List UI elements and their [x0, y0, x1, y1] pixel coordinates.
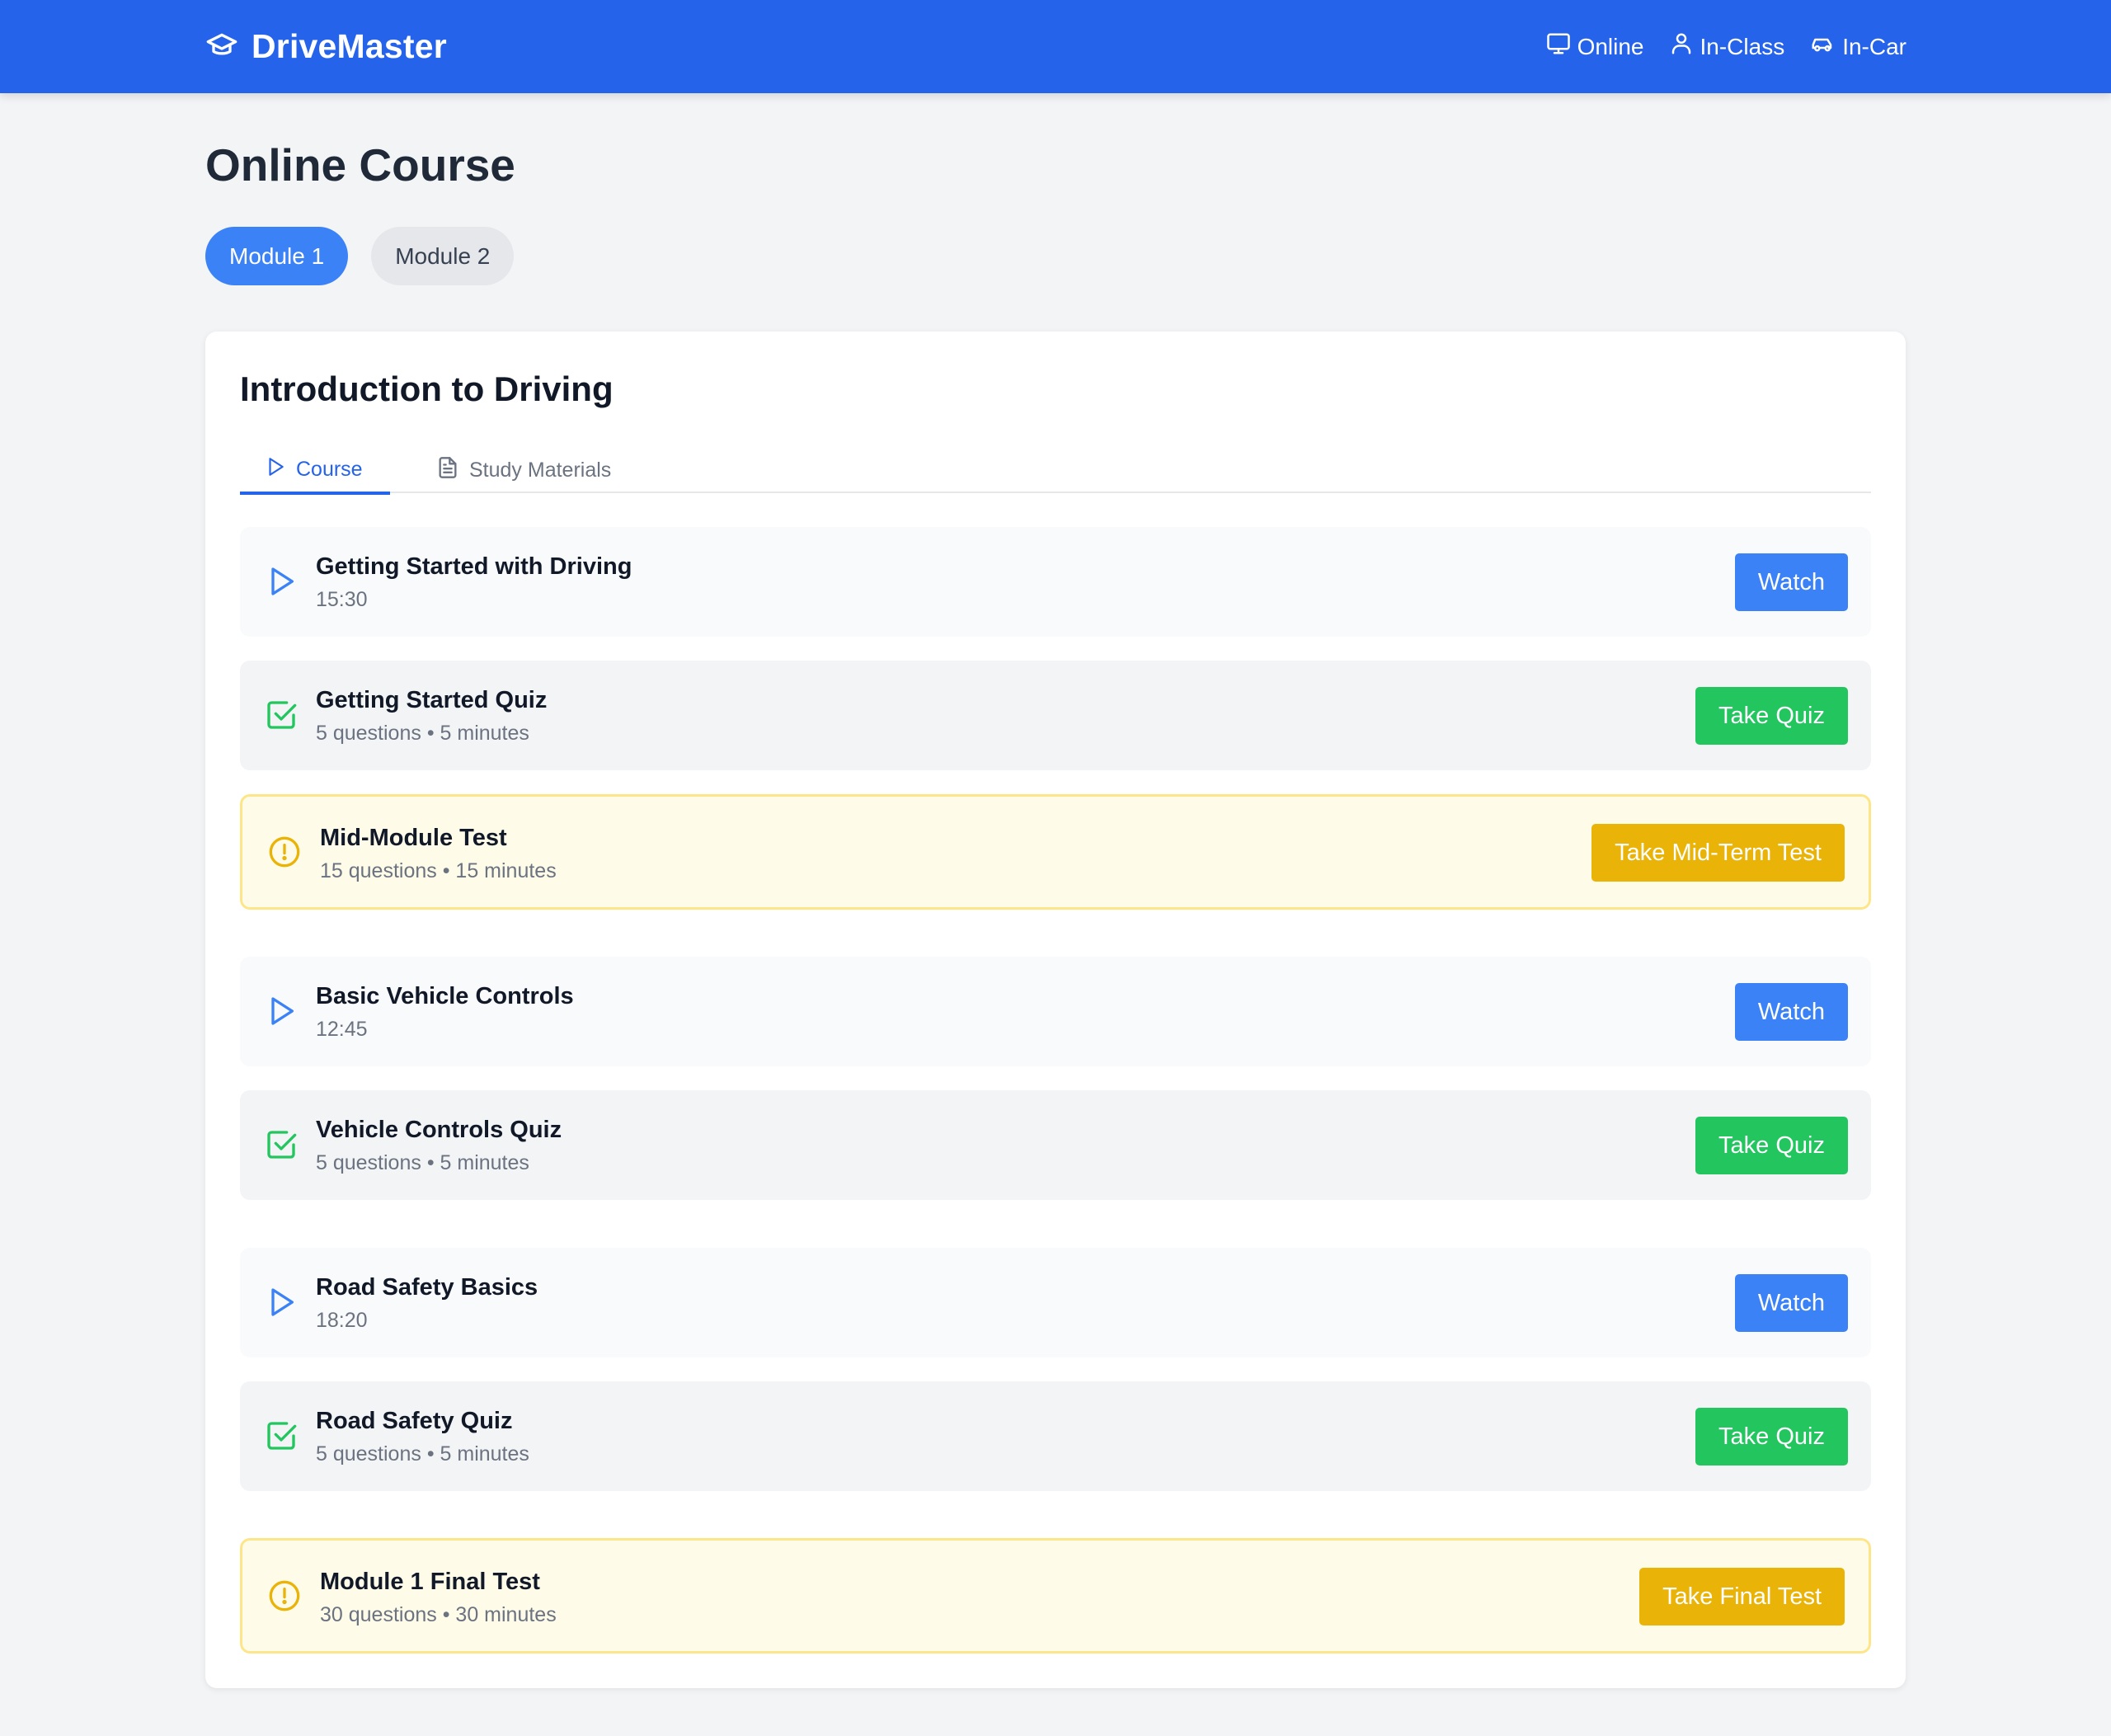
checkbox-icon: [265, 1128, 298, 1161]
take-mid-term-test-button[interactable]: Take Mid-Term Test: [1591, 824, 1845, 882]
quiz-details: 5 questions • 5 minutes: [316, 1442, 529, 1465]
watch-button[interactable]: Watch: [1734, 983, 1848, 1041]
test-title: Mid-Module Test: [320, 825, 507, 851]
nav-in-car[interactable]: In-Car: [1809, 31, 1906, 62]
take-final-test-button[interactable]: Take Final Test: [1639, 1568, 1845, 1625]
quiz-item: Vehicle Controls Quiz 5 questions • 5 mi…: [240, 1090, 1871, 1200]
test-item: Mid-Module Test 15 questions • 15 minute…: [240, 794, 1871, 910]
play-icon: [265, 995, 298, 1028]
lesson-item: Road Safety Basics 18:20 Watch: [240, 1248, 1871, 1357]
alert-circle-icon: [268, 1579, 301, 1612]
top-navbar: DriveMaster Online In-Class In-Car: [0, 0, 2111, 93]
brand-name: DriveMaster: [252, 27, 447, 65]
brand[interactable]: DriveMaster: [205, 0, 447, 93]
main-nav: Online In-Class In-Car: [1546, 0, 1906, 93]
alert-circle-icon: [268, 835, 301, 868]
lesson-duration: 12:45: [316, 1018, 368, 1041]
lesson-duration: 18:20: [316, 1309, 368, 1332]
take-quiz-button[interactable]: Take Quiz: [1695, 687, 1848, 745]
watch-button[interactable]: Watch: [1734, 553, 1848, 611]
graduation-cap-icon: [205, 28, 238, 65]
nav-online-label: Online: [1577, 33, 1644, 59]
nav-in-car-label: In-Car: [1842, 33, 1906, 59]
tab-course-label: Course: [296, 457, 363, 481]
lesson-title: Road Safety Basics: [316, 1274, 538, 1301]
tab-study-materials-label: Study Materials: [469, 458, 612, 482]
nav-in-class[interactable]: In-Class: [1669, 31, 1785, 62]
module-2-tab[interactable]: Module 2: [371, 227, 515, 285]
section-title: Introduction to Driving: [240, 369, 614, 408]
lesson-title: Basic Vehicle Controls: [316, 983, 574, 1009]
quiz-title: Road Safety Quiz: [316, 1408, 513, 1434]
take-quiz-button[interactable]: Take Quiz: [1695, 1117, 1848, 1174]
test-item: Module 1 Final Test 30 questions • 30 mi…: [240, 1538, 1871, 1654]
nav-in-class-label: In-Class: [1700, 33, 1785, 59]
quiz-title: Getting Started Quiz: [316, 687, 548, 713]
lesson-title: Getting Started with Driving: [316, 553, 632, 580]
take-quiz-button[interactable]: Take Quiz: [1695, 1408, 1848, 1465]
quiz-item: Road Safety Quiz 5 questions • 5 minutes…: [240, 1381, 1871, 1491]
content-tabs: Course Study Materials: [240, 447, 1871, 495]
quiz-details: 5 questions • 5 minutes: [316, 1151, 529, 1174]
car-icon: [1809, 31, 1836, 62]
quiz-item: Getting Started Quiz 5 questions • 5 min…: [240, 661, 1871, 770]
test-details: 15 questions • 15 minutes: [320, 859, 557, 882]
play-icon: [265, 565, 298, 598]
lesson-item: Basic Vehicle Controls 12:45 Watch: [240, 957, 1871, 1066]
module-card: Introduction to Driving Course Study Mat…: [205, 332, 1906, 1688]
tab-study-materials[interactable]: Study Materials: [436, 447, 611, 493]
checkbox-icon: [265, 1419, 298, 1452]
play-icon: [265, 1286, 298, 1319]
play-icon: [265, 456, 286, 483]
document-icon: [436, 455, 459, 486]
module-1-tab[interactable]: Module 1: [205, 227, 349, 285]
quiz-title: Vehicle Controls Quiz: [316, 1117, 562, 1143]
watch-button[interactable]: Watch: [1734, 1274, 1848, 1332]
page-title: Online Course: [205, 139, 515, 191]
monitor-icon: [1546, 31, 1571, 62]
lesson-duration: 15:30: [316, 588, 368, 611]
test-details: 30 questions • 30 minutes: [320, 1603, 557, 1626]
quiz-details: 5 questions • 5 minutes: [316, 722, 529, 745]
user-icon: [1669, 31, 1694, 62]
module-tabs: Module 1 Module 2: [205, 227, 515, 285]
checkbox-icon: [265, 699, 298, 732]
test-title: Module 1 Final Test: [320, 1569, 540, 1595]
tab-course[interactable]: Course: [240, 447, 390, 495]
nav-online[interactable]: Online: [1546, 31, 1644, 62]
lesson-item: Getting Started with Driving 15:30 Watch: [240, 527, 1871, 637]
